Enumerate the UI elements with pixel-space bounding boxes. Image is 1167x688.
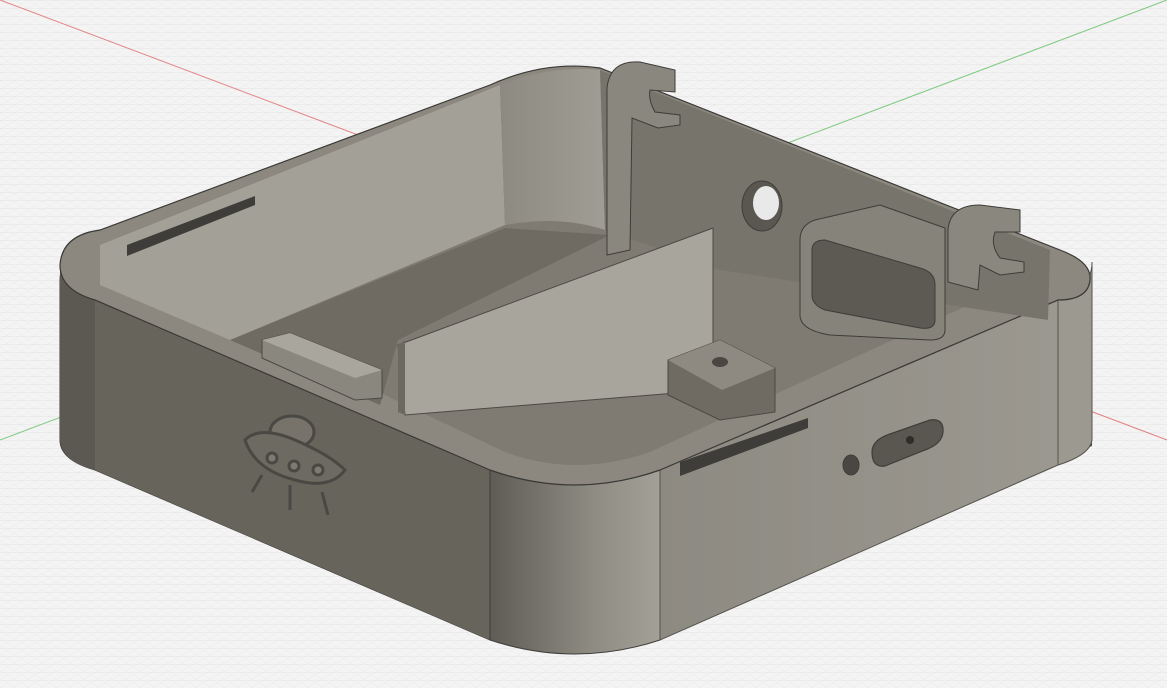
viewport-canvas[interactable] (0, 0, 1167, 688)
cad-viewport[interactable] (0, 0, 1167, 688)
front-corner (489, 469, 661, 655)
led-hole (842, 454, 860, 476)
screw-hole (712, 357, 728, 367)
divider-panel-edge (398, 340, 405, 415)
inner-back-corner (500, 69, 605, 230)
